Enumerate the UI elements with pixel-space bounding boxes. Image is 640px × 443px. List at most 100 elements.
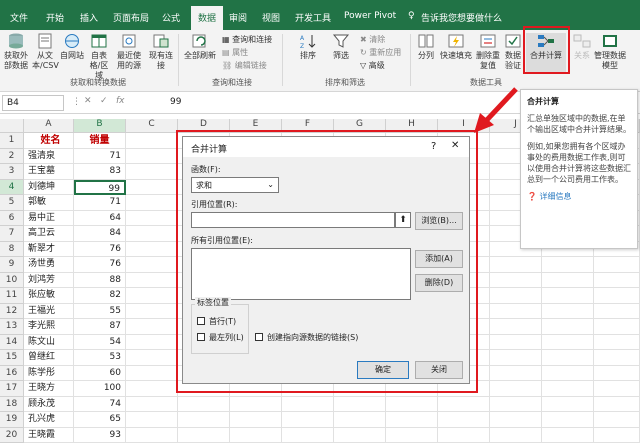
cell-empty[interactable] <box>490 366 542 382</box>
cell-empty[interactable] <box>386 397 438 413</box>
cell-empty[interactable] <box>282 428 334 443</box>
row-header[interactable]: 18 <box>0 397 24 413</box>
filter-button[interactable]: 筛选 <box>328 33 354 61</box>
cell-empty[interactable] <box>542 366 594 382</box>
cell-empty[interactable] <box>334 428 386 443</box>
cell-empty[interactable] <box>126 428 178 443</box>
row-header[interactable]: 3 <box>0 164 24 180</box>
recent-sources-button[interactable]: 最近使用的源 <box>114 33 144 71</box>
collapse-dialog-icon[interactable]: ⬆ <box>395 212 411 228</box>
cell-sales[interactable]: 83 <box>74 164 126 180</box>
cell-empty[interactable] <box>438 397 490 413</box>
cell-empty[interactable] <box>594 397 640 413</box>
cell-name[interactable]: 张应敏 <box>24 288 74 304</box>
tab-review[interactable]: 审阅 <box>229 11 247 24</box>
cell-empty[interactable] <box>490 273 542 289</box>
cell-empty[interactable] <box>594 319 640 335</box>
cell-name[interactable]: 曾继红 <box>24 350 74 366</box>
cell-empty[interactable] <box>542 350 594 366</box>
cell-sales[interactable]: 87 <box>74 319 126 335</box>
row-header[interactable]: 17 <box>0 381 24 397</box>
reapply-button[interactable]: ↻ 重新应用 <box>360 47 401 58</box>
cell-empty[interactable] <box>594 273 640 289</box>
edit-links-button[interactable]: ⛓ 编辑链接 <box>222 60 267 71</box>
close-button[interactable]: 关闭 <box>415 361 463 379</box>
row-header[interactable]: 20 <box>0 428 24 443</box>
tab-power-pivot[interactable]: Power Pivot <box>344 11 396 21</box>
cell-sales[interactable]: 64 <box>74 211 126 227</box>
cell-empty[interactable] <box>126 211 178 227</box>
cell-sales[interactable]: 99 <box>74 180 126 196</box>
cell-sales[interactable]: 82 <box>74 288 126 304</box>
column-header[interactable]: A <box>24 119 74 133</box>
row-header[interactable]: 6 <box>0 211 24 227</box>
properties-button[interactable]: ▤ 属性 <box>222 47 248 58</box>
tab-view[interactable]: 视图 <box>262 11 280 24</box>
header-cell-sales[interactable]: 销量 <box>74 133 126 149</box>
clear-filter-button[interactable]: ✖ 清除 <box>360 34 385 45</box>
manage-data-model-button[interactable]: 管理数据模型 <box>594 33 626 71</box>
select-all-corner[interactable] <box>0 119 24 133</box>
cell-empty[interactable] <box>126 226 178 242</box>
cell-empty[interactable] <box>126 335 178 351</box>
cell-empty[interactable] <box>126 273 178 289</box>
cell-name[interactable]: 王宝墓 <box>24 164 74 180</box>
cell-empty[interactable] <box>490 412 542 428</box>
cell-empty[interactable] <box>594 288 640 304</box>
cell-sales[interactable]: 84 <box>74 226 126 242</box>
row-header[interactable]: 2 <box>0 149 24 165</box>
from-table-range-button[interactable]: 自表格/区域 <box>86 33 112 81</box>
tooltip-more-info-link[interactable]: ❓ 详细信息 <box>527 191 631 202</box>
row-header[interactable]: 10 <box>0 273 24 289</box>
cell-empty[interactable] <box>386 412 438 428</box>
text-to-columns-button[interactable]: 分列 <box>414 33 438 61</box>
cell-sales[interactable]: 60 <box>74 366 126 382</box>
insert-function-icon[interactable]: fx <box>116 96 125 106</box>
cell-sales[interactable]: 93 <box>74 428 126 443</box>
cell-name[interactable]: 王福光 <box>24 304 74 320</box>
cell-name[interactable]: 郭敏 <box>24 195 74 211</box>
from-web-button[interactable]: 自网站 <box>60 33 84 61</box>
row-header[interactable]: 12 <box>0 304 24 320</box>
cell-sales[interactable]: 71 <box>74 195 126 211</box>
cell-empty[interactable] <box>594 304 640 320</box>
cell-sales[interactable]: 74 <box>74 397 126 413</box>
create-links-checkbox[interactable] <box>255 333 263 341</box>
cell-empty[interactable] <box>386 428 438 443</box>
row-header[interactable]: 15 <box>0 350 24 366</box>
cell-empty[interactable] <box>126 366 178 382</box>
cell-empty[interactable] <box>126 257 178 273</box>
sort-button[interactable]: AZ 排序 <box>296 33 320 61</box>
cell-empty[interactable] <box>542 319 594 335</box>
cell-name[interactable]: 王晓方 <box>24 381 74 397</box>
get-external-data-button[interactable]: 获取外部数据 <box>2 33 30 71</box>
cell-empty[interactable] <box>490 381 542 397</box>
cell-empty[interactable] <box>126 288 178 304</box>
cell-empty[interactable] <box>178 428 230 443</box>
cell-empty[interactable] <box>178 397 230 413</box>
name-box[interactable]: B4 <box>2 95 64 111</box>
cell-name[interactable]: 易中正 <box>24 211 74 227</box>
cell-empty[interactable] <box>594 366 640 382</box>
cell-name[interactable]: 刘德坤 <box>24 180 74 196</box>
row-header[interactable]: 13 <box>0 319 24 335</box>
cell-sales[interactable]: 76 <box>74 242 126 258</box>
cell-empty[interactable] <box>126 381 178 397</box>
cell-empty[interactable] <box>126 412 178 428</box>
tab-file[interactable]: 文件 <box>10 11 28 24</box>
top-row-checkbox[interactable] <box>197 317 205 325</box>
column-header[interactable]: C <box>126 119 178 133</box>
cell-name[interactable]: 靳翠才 <box>24 242 74 258</box>
cell-empty[interactable] <box>334 397 386 413</box>
cell-empty[interactable] <box>490 304 542 320</box>
cell-name[interactable]: 汤世勇 <box>24 257 74 273</box>
cell-name[interactable]: 刘鸿芳 <box>24 273 74 289</box>
cell-empty[interactable] <box>490 350 542 366</box>
existing-connections-button[interactable]: 现有连接 <box>148 33 174 71</box>
refresh-all-button[interactable]: 全部刷新 <box>183 33 217 61</box>
cell-empty[interactable] <box>126 304 178 320</box>
cell-empty[interactable] <box>490 288 542 304</box>
cell-name[interactable]: 强清泉 <box>24 149 74 165</box>
from-text-csv-button[interactable]: 从文本/CSV <box>32 33 58 71</box>
cell-empty[interactable] <box>542 304 594 320</box>
